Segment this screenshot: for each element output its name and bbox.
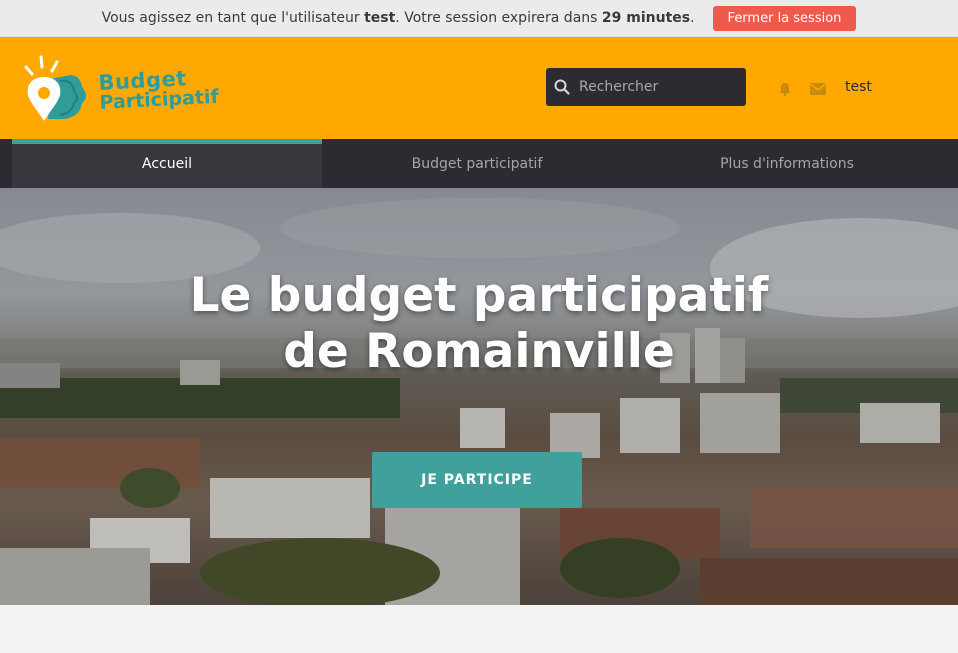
impersonated-username: test [364,10,396,26]
nav-tab-accueil[interactable]: Accueil [12,139,322,188]
logo-line-2: Participatif [98,85,220,114]
user-menu[interactable]: test [845,79,872,95]
page-content-start [0,605,958,653]
hero-title-line-2: de Romainville [283,324,675,379]
main-nav: Accueil Budget participatif Plus d'infor… [0,139,958,188]
logo-text: Budget Participatif [98,66,220,114]
nav-tab-budget-participatif[interactable]: Budget participatif [322,139,632,188]
site-logo[interactable]: Budget Participatif [20,53,230,125]
bell-icon[interactable] [778,82,792,96]
impersonation-banner: Vous agissez en tant que l'utilisateur t… [0,0,958,37]
hero-banner: Le budget participatif de Romainville JE… [0,188,958,605]
logo-mark-icon [24,55,86,121]
search-input[interactable] [579,79,739,95]
site-header: Budget Participatif test [0,37,958,139]
impersonation-text: Vous agissez en tant que l'utilisateur t… [102,10,695,26]
impersonation-suffix: . [690,10,695,26]
search-box[interactable] [546,68,746,106]
session-remaining-time: 29 minutes [601,10,691,26]
mail-icon[interactable] [810,83,826,95]
hero-title-line-1: Le budget participatif [189,268,769,323]
city-skyline-image [0,188,958,605]
nav-tab-plus-informations[interactable]: Plus d'informations [632,139,942,188]
impersonation-prefix: Vous agissez en tant que l'utilisateur [101,10,365,26]
impersonation-middle: . Votre session expirera dans [395,10,602,26]
participate-button[interactable]: JE PARTICIPE [372,452,582,508]
hero-title: Le budget participatif de Romainville [0,268,958,380]
search-icon [554,79,570,95]
logout-button[interactable]: Fermer la session [712,5,857,31]
